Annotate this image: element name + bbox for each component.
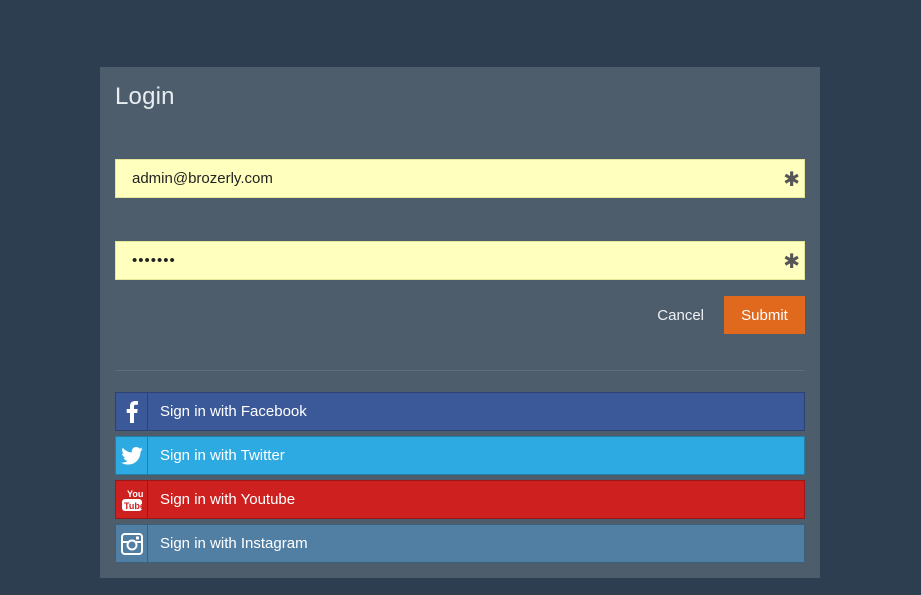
facebook-icon [116, 393, 148, 430]
svg-text:Tube: Tube [124, 501, 143, 511]
password-field-wrapper: ✱ [115, 241, 805, 280]
submit-button[interactable]: Submit [724, 296, 805, 334]
twitter-icon [116, 437, 148, 474]
twitter-signin-label: Sign in with Twitter [160, 447, 285, 464]
login-title: Login [115, 83, 175, 110]
form-actions: Cancel Submit [637, 296, 805, 334]
facebook-signin-button[interactable]: Sign in with Facebook [115, 392, 805, 431]
email-field-wrapper: ✱ [115, 159, 805, 198]
youtube-signin-button[interactable]: You Tube Sign in with Youtube [115, 480, 805, 519]
login-panel: Login ✱ ✱ Cancel Submit Sign in with Fac… [100, 67, 820, 578]
twitter-signin-button[interactable]: Sign in with Twitter [115, 436, 805, 475]
instagram-signin-button[interactable]: Sign in with Instagram [115, 524, 805, 563]
youtube-signin-label: Sign in with Youtube [160, 491, 296, 508]
youtube-icon: You Tube [116, 481, 148, 518]
cancel-button[interactable]: Cancel [637, 296, 724, 334]
instagram-signin-label: Sign in with Instagram [160, 535, 308, 552]
required-asterisk-icon: ✱ [783, 167, 800, 191]
instagram-icon [116, 525, 148, 562]
required-asterisk-icon: ✱ [783, 249, 800, 273]
divider [115, 370, 805, 371]
facebook-signin-label: Sign in with Facebook [160, 403, 307, 420]
email-field[interactable] [116, 160, 804, 197]
password-field[interactable] [116, 242, 804, 279]
svg-text:You: You [127, 489, 143, 499]
